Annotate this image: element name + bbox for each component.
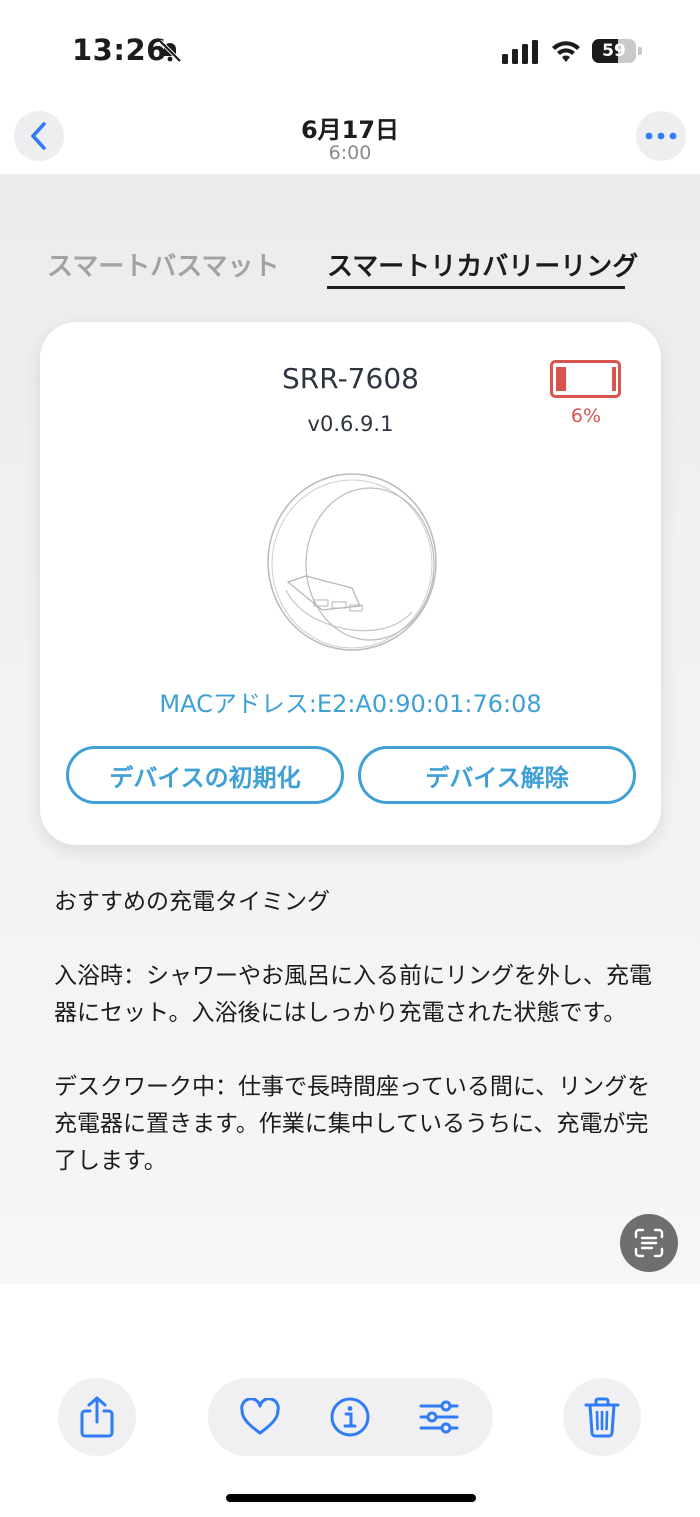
- bottom-toolbar: [0, 1284, 700, 1517]
- share-button[interactable]: [58, 1378, 136, 1456]
- info-button[interactable]: [328, 1395, 372, 1439]
- tips-heading: おすすめの充電タイミング: [54, 889, 330, 915]
- device-card: SRR-7608 v0.6.9.1 6% MACアドレス:E2:A0:90:01…: [40, 322, 661, 845]
- tip-desk: デスクワーク中：仕事で長時間座っている間に、リングを充電器に置きます。作業に集中…: [54, 1074, 651, 1174]
- delete-button[interactable]: [563, 1378, 641, 1456]
- cellular-signal-icon: [502, 40, 538, 64]
- wifi-icon: [552, 41, 580, 62]
- battery-percent: 6%: [570, 405, 602, 427]
- status-battery: 59: [592, 39, 644, 63]
- screenshot-content: スマートバスマット スマートリカバリーリング SRR-7608 v0.6.9.1…: [0, 174, 700, 1284]
- status-battery-level: 59: [602, 41, 626, 61]
- unpair-device-button[interactable]: デバイス解除: [358, 746, 636, 804]
- favorite-button[interactable]: [238, 1395, 282, 1439]
- photo-date: 6月17日: [300, 116, 400, 144]
- status-time: 13:26: [72, 33, 167, 67]
- active-tab-underline: [327, 286, 625, 289]
- home-indicator: [226, 1494, 476, 1502]
- charging-tips: おすすめの充電タイミング 入浴時：シャワーやお風呂に入る前にリングを外し、充電器…: [54, 884, 654, 1180]
- battery-fill: [556, 367, 567, 391]
- battery-low-icon: [550, 360, 621, 398]
- heart-icon: [240, 1398, 280, 1435]
- tab-smart-recovery-ring[interactable]: スマートリカバリーリング: [327, 246, 638, 283]
- live-text-button[interactable]: [620, 1214, 678, 1272]
- status-bar: 13:26 59: [0, 0, 700, 100]
- share-icon: [80, 1396, 114, 1438]
- adjust-icon: [419, 1400, 459, 1434]
- trash-icon: [584, 1397, 620, 1438]
- reset-device-button[interactable]: デバイスの初期化: [66, 746, 344, 804]
- bell-slash-icon: [158, 39, 182, 63]
- photo-header: 6月17日 6:00: [0, 100, 700, 174]
- tip-bath: 入浴時：シャワーやお風呂に入る前にリングを外し、充電器にセット。入浴後にはしっか…: [54, 963, 652, 1026]
- info-icon: [330, 1397, 370, 1437]
- mac-address: MACアドレス:E2:A0:90:01:76:08: [159, 690, 542, 718]
- tab-smart-bath-mat[interactable]: スマートバスマット: [47, 246, 279, 283]
- live-text-icon: [634, 1228, 664, 1258]
- adjust-button[interactable]: [417, 1395, 461, 1439]
- photo-time: 6:00: [328, 142, 372, 164]
- more-icon: [645, 132, 677, 140]
- ring-product-icon: [267, 473, 437, 651]
- more-button[interactable]: [636, 111, 686, 161]
- photo-actions-group: [208, 1378, 493, 1456]
